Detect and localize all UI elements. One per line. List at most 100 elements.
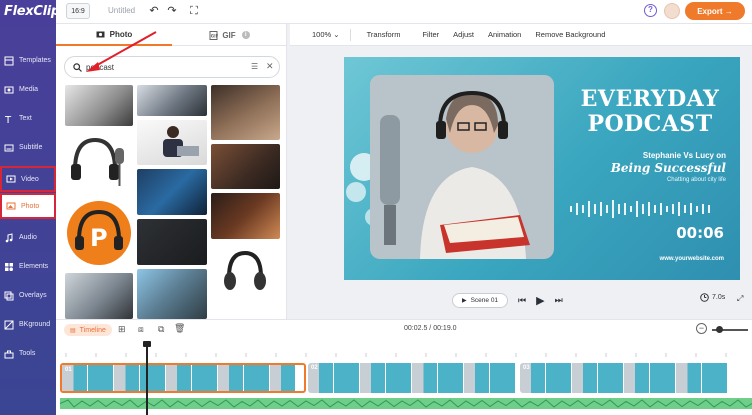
scene-duration[interactable]: 7.0s: [700, 293, 725, 302]
playhead[interactable]: [143, 341, 151, 415]
photo-result-headphones-mic[interactable]: [65, 130, 133, 194]
play-icon[interactable]: ▶: [536, 294, 544, 307]
sidebar-item-elements[interactable]: Elements: [0, 253, 56, 280]
split-icon[interactable]: ⧈: [138, 324, 144, 335]
photo-result-headphones-white[interactable]: [211, 243, 280, 299]
add-scene-icon[interactable]: ⊞: [118, 324, 126, 335]
previous-icon[interactable]: ⏮: [518, 295, 526, 306]
zoom-slider[interactable]: [712, 326, 748, 333]
photo-result-podcast-logo[interactable]: P: [65, 198, 133, 269]
tab-gif[interactable]: GIF GIF i: [172, 24, 287, 46]
svg-text:GIF: GIF: [211, 33, 218, 38]
slide-tagline[interactable]: Chatting about city life: [570, 177, 726, 183]
sidebar-item-subtitle[interactable]: Subtitle: [0, 134, 56, 161]
timeline-button[interactable]: ▤ Timeline: [64, 324, 112, 336]
slide-website[interactable]: www.yourwebsite.com: [604, 256, 724, 262]
sidebar-item-audio[interactable]: Audio: [0, 224, 56, 251]
toolbar-adjust[interactable]: Adjust: [453, 30, 474, 39]
overlays-icon: [4, 291, 14, 300]
photo-result-monitor-mic[interactable]: [137, 169, 207, 215]
scene-number: 01: [65, 367, 72, 373]
sidebar-item-label: Text: [19, 115, 32, 122]
sidebar-item-overlays[interactable]: Overlays: [0, 282, 56, 309]
toolbar-filter[interactable]: Filter: [422, 30, 439, 39]
video-icon: [6, 175, 16, 183]
sidebar-item-label: Elements: [19, 263, 49, 270]
export-button[interactable]: Export →: [685, 2, 745, 20]
sidebar-item-media[interactable]: Media: [0, 76, 56, 103]
toolbar-remove-background[interactable]: Remove Background: [535, 30, 605, 39]
audio-waveform[interactable]: [60, 398, 752, 409]
tools-icon: [4, 350, 14, 358]
sidebar-item-label: Templates: [19, 57, 51, 64]
duplicate-icon[interactable]: ⧉: [158, 324, 164, 335]
photo-result-podcast-setup[interactable]: [65, 273, 133, 319]
slide-canvas[interactable]: EVERYDAY PODCAST Stephanie Vs Lucy on Be…: [344, 57, 740, 280]
scene-label: Scene 01: [470, 296, 499, 304]
photo-result-studio-desk[interactable]: [211, 144, 280, 189]
scene-button[interactable]: ▶ Scene 01: [452, 292, 508, 308]
project-title[interactable]: Untitled: [108, 6, 135, 15]
timeline-scene-1[interactable]: 01: [60, 363, 306, 393]
sidebar-item-templates[interactable]: Templates: [0, 47, 56, 74]
photo-result-retro-mic[interactable]: [211, 193, 280, 239]
delete-icon[interactable]: 🗑: [174, 323, 185, 334]
subtitle-icon: [4, 144, 14, 151]
photo-result-woman-laptop[interactable]: [137, 120, 207, 165]
photo-result-headphones-man[interactable]: [211, 85, 280, 140]
canvas-area: EVERYDAY PODCAST Stephanie Vs Lucy on Be…: [290, 46, 752, 319]
avatar[interactable]: [664, 3, 680, 19]
sidebar-item-video[interactable]: Video: [0, 166, 56, 192]
zoom-select[interactable]: 100% ⌄: [298, 30, 340, 39]
timeline-scene-3[interactable]: 03: [520, 363, 748, 393]
undo-icon[interactable]: ↶: [148, 5, 160, 17]
toolbar-transform[interactable]: Transform: [367, 30, 401, 39]
audio-icon: [5, 232, 13, 242]
photo-result-studio-mic[interactable]: [137, 85, 207, 116]
next-icon[interactable]: ⏭: [555, 295, 563, 306]
photo-result-microphone-table[interactable]: [65, 85, 133, 126]
fit-screen-icon[interactable]: ⤢: [737, 294, 743, 304]
sidebar-item-photo[interactable]: Photo: [0, 193, 56, 219]
slide-title-line2: PODCAST: [587, 111, 713, 137]
annotation-arrow: [86, 31, 157, 72]
tab-label: GIF: [222, 30, 236, 40]
sidebar-item-label: Audio: [19, 234, 37, 241]
timeline-label: Timeline: [79, 326, 106, 334]
timeline-scene-2[interactable]: 02: [308, 363, 518, 393]
top-bar: 16:9 Untitled ↶ ↷ ⛶ ? Export →: [56, 0, 752, 24]
redo-icon[interactable]: ↷: [166, 5, 178, 17]
aspect-ratio-button[interactable]: 16:9: [66, 3, 90, 19]
zoom-out-icon[interactable]: −: [696, 323, 707, 334]
toolbar-animation[interactable]: Animation: [488, 30, 521, 39]
help-icon[interactable]: ?: [644, 4, 657, 17]
zoom-slider-handle[interactable]: [716, 326, 723, 333]
sidebar-item-label: Video: [21, 175, 39, 183]
sidebar-item-bkground[interactable]: BKground: [0, 311, 56, 338]
sidebar-item-tools[interactable]: Tools: [0, 340, 56, 367]
photo-result-woman-recording[interactable]: [137, 269, 207, 319]
clear-icon[interactable]: ✕: [266, 61, 274, 72]
timeline-ruler: [65, 353, 727, 357]
elements-icon: [5, 262, 13, 271]
photo-result-mic-dark[interactable]: [137, 219, 207, 265]
svg-text:T: T: [4, 115, 12, 124]
slide-names[interactable]: Stephanie Vs Lucy on: [570, 151, 726, 160]
timeline-icon: ▤: [70, 327, 76, 334]
sidebar-item-text[interactable]: T Text: [0, 105, 56, 132]
clock-icon: [700, 293, 709, 302]
duration-value: 7.0s: [712, 294, 726, 301]
fullscreen-icon[interactable]: ⛶: [188, 5, 200, 17]
gif-icon: GIF: [209, 30, 218, 40]
timeline-area: 01 02 03: [56, 339, 752, 415]
info-icon: i: [241, 31, 250, 39]
scene-number: 02: [311, 365, 318, 371]
slide-timer[interactable]: 00:06: [644, 224, 724, 242]
templates-icon: [4, 56, 14, 65]
slide-title[interactable]: EVERYDAY PODCAST: [570, 87, 730, 137]
edit-toolbar: 100% ⌄ Transform Filter Adjust Animation…: [290, 24, 752, 46]
slide-headline[interactable]: Being Successful: [570, 161, 726, 175]
slide-photo-podcaster[interactable]: [370, 75, 554, 259]
text-icon: T: [4, 115, 12, 124]
filter-icon[interactable]: ☰: [251, 62, 258, 71]
